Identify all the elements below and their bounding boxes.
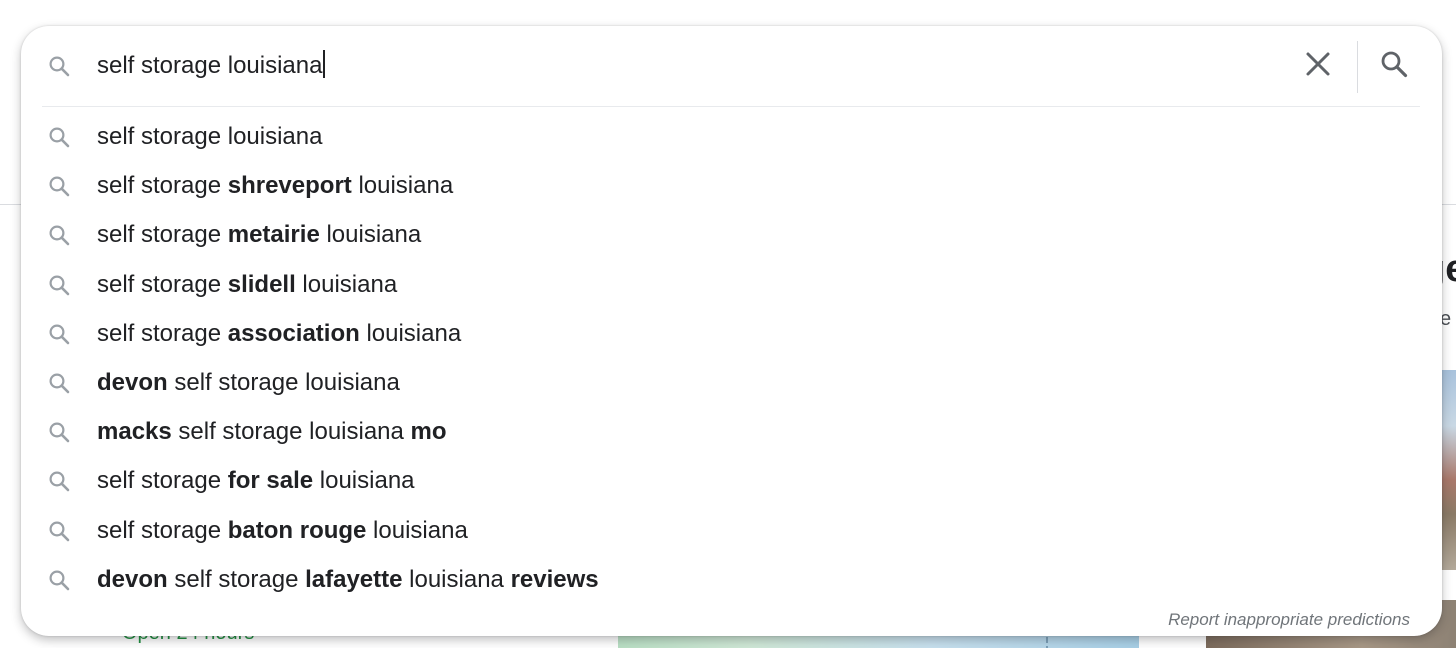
report-predictions-link[interactable]: Report inappropriate predictions (1168, 610, 1410, 630)
suggestion-bold-term: association (227, 319, 360, 347)
search-icon (47, 371, 71, 395)
search-box[interactable]: self storage louisiana (21, 26, 1442, 106)
suggestion-bold-term: metairie (227, 221, 320, 249)
search-icon (47, 273, 71, 297)
suggestion-term: self storage louisiana (97, 123, 323, 150)
suggestion-text: self storage metairie louisiana (97, 219, 421, 251)
suggestion-text: self storage shreveport louisiana (97, 170, 453, 202)
suggestion-bold-term: lafayette (305, 565, 403, 593)
suggestion-bold-term: mo (410, 418, 447, 446)
suggestion-term: louisiana (402, 565, 511, 593)
business-photo[interactable] (1442, 370, 1456, 570)
suggestion-bold-term: for sale (227, 467, 314, 495)
suggestion-term: self storage (97, 172, 228, 200)
suggestion-bold-term: macks (97, 418, 172, 446)
suggestion-text: self storage slidell louisiana (97, 269, 397, 301)
suggestion-term: self storage louisiana (171, 418, 411, 446)
suggestion-term: self storage (97, 467, 228, 495)
text-cursor (323, 50, 326, 78)
search-box-divider (42, 106, 1420, 107)
suggestion-item[interactable]: self storage slidell louisiana (21, 261, 1442, 310)
suggestion-text: macks self storage louisiana mo (97, 416, 447, 448)
suggestion-text: self storage association louisiana (97, 318, 461, 350)
suggestion-item[interactable]: self storage association louisiana (21, 310, 1442, 359)
suggestion-item[interactable]: self storage metairie louisiana (21, 211, 1442, 260)
search-icon (47, 223, 71, 247)
suggestion-list: self storage louisiana self storage shrev… (21, 113, 1442, 605)
suggestion-bold-term: devon (97, 565, 168, 593)
search-results-page: ge e Open 24 hours self storage louisian… (0, 0, 1456, 648)
search-icon (47, 420, 71, 444)
search-input[interactable]: self storage louisiana (97, 50, 326, 82)
close-icon (1305, 51, 1331, 82)
search-icon (47, 568, 71, 592)
suggestion-term: louisiana (351, 172, 454, 200)
suggestion-text: self storage for sale louisiana (97, 465, 415, 497)
suggestion-term: self storage (97, 516, 228, 544)
search-icon (47, 469, 71, 493)
suggestion-term: self storage (97, 221, 228, 249)
search-buttons-divider (1357, 41, 1358, 93)
search-icon (47, 125, 71, 149)
suggestion-bold-term: slidell (227, 270, 296, 298)
search-icon (47, 519, 71, 543)
suggestion-term: self storage (167, 565, 306, 593)
suggestion-item[interactable]: macks self storage louisiana mo (21, 408, 1442, 457)
suggestion-term: louisiana (366, 516, 468, 544)
suggestion-item[interactable]: self storage baton rouge louisiana (21, 507, 1442, 556)
suggestion-term: louisiana (359, 319, 462, 347)
search-query-text: self storage louisiana (97, 52, 323, 79)
search-icon (47, 174, 71, 198)
suggestion-item[interactable]: devon self storage louisiana (21, 359, 1442, 408)
suggestion-bold-term: shreveport (227, 172, 352, 200)
search-submit-button[interactable] (1374, 46, 1414, 86)
clear-search-button[interactable] (1298, 46, 1338, 86)
suggestion-term: self storage (97, 319, 228, 347)
suggestion-item[interactable]: self storage louisiana (21, 113, 1442, 162)
suggestion-term: louisiana (313, 467, 415, 495)
suggestion-bold-term: devon (97, 368, 168, 396)
suggestion-item[interactable]: devon self storage lafayette louisiana r… (21, 556, 1442, 605)
search-icon (1379, 49, 1409, 84)
suggestion-bold-term: reviews (510, 565, 599, 593)
suggestion-item[interactable]: self storage shreveport louisiana (21, 162, 1442, 211)
suggestion-text: self storage louisiana (97, 121, 322, 153)
suggestion-term: self storage (97, 270, 228, 298)
search-autocomplete-panel: self storage louisiana self storage loui… (21, 26, 1442, 636)
suggestion-term: louisiana (319, 221, 422, 249)
search-icon (47, 54, 71, 78)
suggestion-term: self storage louisiana (167, 368, 400, 396)
suggestion-bold-term: baton rouge (227, 516, 367, 544)
suggestion-text: self storage baton rouge louisiana (97, 515, 468, 547)
suggestion-text: devon self storage lafayette louisiana r… (97, 564, 599, 596)
search-icon (47, 322, 71, 346)
suggestion-item[interactable]: self storage for sale louisiana (21, 457, 1442, 506)
suggestion-text: devon self storage louisiana (97, 367, 400, 399)
suggestion-term: louisiana (295, 270, 398, 298)
